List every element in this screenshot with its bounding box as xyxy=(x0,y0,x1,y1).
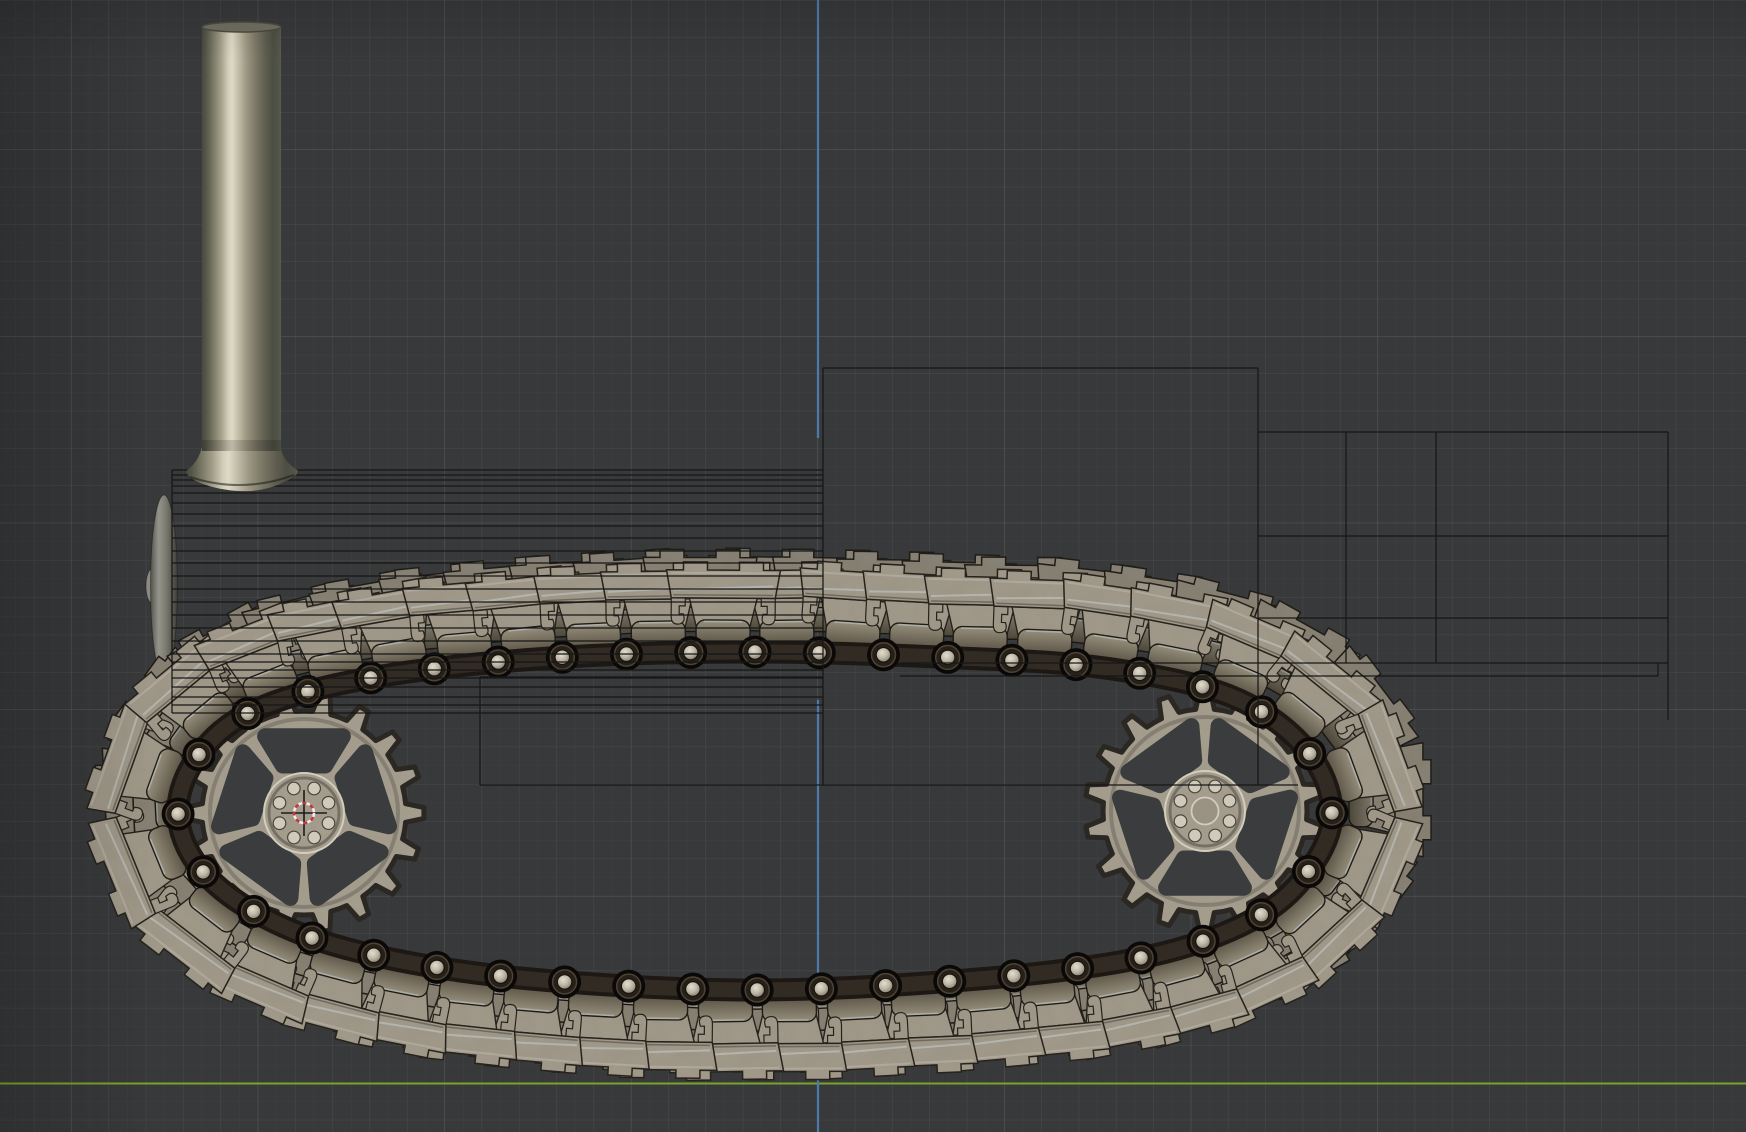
chain-pin xyxy=(1291,855,1325,888)
chain-pin xyxy=(997,959,1031,993)
chain-pin xyxy=(1123,656,1157,690)
chain-pin xyxy=(545,640,579,674)
hub-bolt xyxy=(1173,814,1188,829)
hub-bolt xyxy=(1173,793,1188,808)
hub-bolt xyxy=(307,830,322,845)
chain-pin xyxy=(1061,952,1095,986)
hub-bolt xyxy=(1187,828,1202,843)
chain-pin xyxy=(1186,670,1219,704)
hub-bolt xyxy=(1187,779,1202,794)
sprocket-spoke-cutout xyxy=(257,728,351,774)
chain-pin xyxy=(161,797,195,831)
chain-pin xyxy=(1244,898,1278,932)
chain-pin xyxy=(417,652,451,686)
chain-pin xyxy=(295,921,329,955)
chain-pin xyxy=(931,640,965,674)
chain-pin xyxy=(1315,796,1349,830)
chain-pin xyxy=(237,894,271,928)
chimney-object[interactable] xyxy=(186,21,298,492)
hub-bolt xyxy=(321,816,336,831)
blender-viewport xyxy=(0,0,1746,1132)
hub-bolt xyxy=(286,830,301,845)
chain-pin xyxy=(357,938,391,972)
hub-bolt xyxy=(307,781,322,796)
hub-bolt xyxy=(1208,779,1223,794)
chain-pin xyxy=(291,675,325,708)
hub-bolt xyxy=(1208,828,1223,843)
chain-pin xyxy=(612,969,646,1003)
hub-center-hole xyxy=(1190,796,1220,826)
hub-bolt xyxy=(272,795,287,810)
hub-bolt xyxy=(272,816,287,831)
chain-pin xyxy=(1293,737,1327,771)
chain-pin xyxy=(740,973,774,1007)
chain-pin xyxy=(804,972,838,1006)
hub-bolt xyxy=(1222,793,1237,808)
viewport-canvas xyxy=(0,0,1746,1132)
chain-pin xyxy=(182,738,216,772)
chain-pin xyxy=(869,969,903,1003)
chain-pin xyxy=(1245,695,1278,729)
chimney-tube xyxy=(202,27,281,451)
chain-pin xyxy=(186,855,220,889)
chain-pin xyxy=(933,964,967,998)
chain-pin xyxy=(1124,941,1158,975)
hub-bolt xyxy=(321,795,336,810)
sprocket-spoke-cutout xyxy=(1158,850,1252,896)
chain-pin xyxy=(995,643,1029,677)
hub-bolt xyxy=(286,781,301,796)
chain-pin xyxy=(676,972,710,1006)
chain-pin xyxy=(1186,924,1220,958)
chain-pin xyxy=(867,638,900,672)
chain-pin xyxy=(484,959,518,993)
chain-pin xyxy=(420,950,454,984)
hub-bolt xyxy=(1222,814,1237,829)
chain-pin xyxy=(548,965,582,999)
